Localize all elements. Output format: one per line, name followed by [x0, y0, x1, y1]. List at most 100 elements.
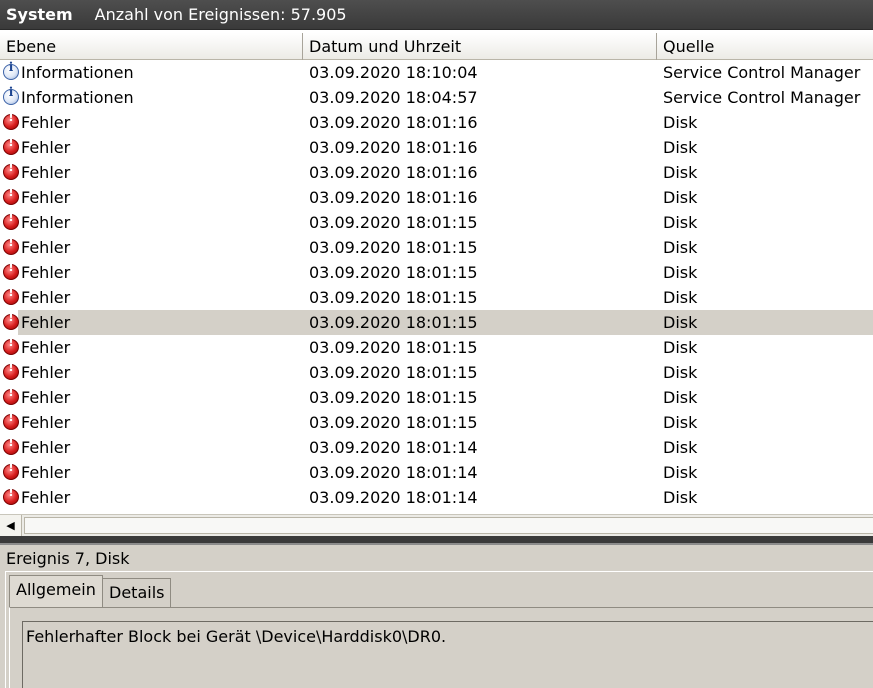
error-icon	[3, 110, 19, 130]
row-source: Disk	[663, 488, 698, 507]
table-row[interactable]: Fehler 03.09.2020 18:01:14 Disk	[0, 460, 873, 485]
row-date: 03.09.2020 18:01:15	[309, 238, 478, 257]
row-date: 03.09.2020 18:01:15	[309, 388, 478, 407]
row-level: Fehler	[21, 213, 71, 232]
row-source: Disk	[663, 413, 698, 432]
table-row[interactable]: Fehler 03.09.2020 18:01:15 Disk	[0, 310, 873, 335]
row-source: Disk	[663, 263, 698, 282]
error-icon	[3, 185, 19, 205]
table-row[interactable]: Fehler 03.09.2020 18:01:16 Disk	[0, 135, 873, 160]
row-date: 03.09.2020 18:01:16	[309, 138, 478, 157]
row-date: 03.09.2020 18:01:14	[309, 463, 478, 482]
error-icon	[3, 235, 19, 255]
row-date: 03.09.2020 18:01:15	[309, 363, 478, 382]
column-header-row: Ebene Datum und Uhrzeit Quelle	[0, 33, 873, 60]
column-header-level[interactable]: Ebene	[0, 33, 303, 60]
table-row[interactable]: Fehler 03.09.2020 18:01:15 Disk	[0, 385, 873, 410]
event-detail-title: Ereignis 7, Disk	[6, 549, 130, 568]
scroll-left-button[interactable]: ◀	[0, 515, 22, 536]
table-row[interactable]: Fehler 03.09.2020 18:01:15 Disk	[0, 260, 873, 285]
detail-tabs-area: Allgemein Details Fehlerhafter Block bei…	[5, 571, 873, 688]
event-list[interactable]: Informationen 03.09.2020 18:10:04 Service …	[0, 60, 873, 510]
table-row[interactable]: Fehler 03.09.2020 18:01:16 Disk	[0, 110, 873, 135]
row-source: Disk	[663, 363, 698, 382]
row-date: 03.09.2020 18:01:16	[309, 188, 478, 207]
error-icon	[3, 260, 19, 280]
row-source: Disk	[663, 338, 698, 357]
table-row[interactable]: Fehler 03.09.2020 18:01:16 Disk	[0, 160, 873, 185]
info-icon	[3, 60, 19, 80]
row-source: Disk	[663, 288, 698, 307]
row-source: Disk	[663, 238, 698, 257]
table-row[interactable]: Fehler 03.09.2020 18:01:14 Disk	[0, 435, 873, 460]
row-date: 03.09.2020 18:01:15	[309, 313, 478, 332]
table-row[interactable]: Informationen 03.09.2020 18:10:04 Service …	[0, 60, 873, 85]
error-icon	[3, 360, 19, 380]
row-level: Informationen	[21, 63, 134, 82]
row-date: 03.09.2020 18:01:15	[309, 213, 478, 232]
pane-splitter[interactable]	[0, 536, 873, 545]
tab-panel: Fehlerhafter Block bei Gerät \Device\Har…	[9, 607, 873, 688]
row-date: 03.09.2020 18:01:14	[309, 488, 478, 507]
row-date: 03.09.2020 18:01:15	[309, 413, 478, 432]
row-source: Disk	[663, 213, 698, 232]
row-level: Fehler	[21, 438, 71, 457]
scrollbar-thumb[interactable]	[24, 517, 873, 534]
error-icon	[3, 485, 19, 505]
row-date: 03.09.2020 18:04:57	[309, 88, 478, 107]
row-date: 03.09.2020 18:01:15	[309, 338, 478, 357]
row-level: Fehler	[21, 163, 71, 182]
row-source: Disk	[663, 313, 698, 332]
row-date: 03.09.2020 18:01:16	[309, 163, 478, 182]
row-level: Fehler	[21, 488, 71, 507]
row-level: Fehler	[21, 388, 71, 407]
error-icon	[3, 385, 19, 405]
horizontal-scrollbar[interactable]: ◀	[0, 514, 873, 536]
error-icon	[3, 410, 19, 430]
error-icon	[3, 310, 19, 330]
event-detail-pane: Ereignis 7, Disk Allgemein Details Fehle…	[0, 545, 873, 688]
table-row[interactable]: Fehler 03.09.2020 18:01:15 Disk	[0, 410, 873, 435]
row-source: Disk	[663, 438, 698, 457]
row-source: Disk	[663, 388, 698, 407]
row-date: 03.09.2020 18:01:15	[309, 263, 478, 282]
event-description-box[interactable]: Fehlerhafter Block bei Gerät \Device\Har…	[22, 621, 873, 688]
log-header-bar: System Anzahl von Ereignissen: 57.905	[0, 0, 873, 30]
error-icon	[3, 435, 19, 455]
tab-details[interactable]: Details	[102, 578, 172, 608]
error-icon	[3, 160, 19, 180]
row-date: 03.09.2020 18:01:16	[309, 113, 478, 132]
row-level: Fehler	[21, 288, 71, 307]
row-source: Disk	[663, 188, 698, 207]
row-source: Service Control Manager	[663, 63, 861, 82]
tab-general[interactable]: Allgemein	[9, 575, 103, 608]
row-level: Fehler	[21, 363, 71, 382]
row-source: Disk	[663, 163, 698, 182]
row-level: Fehler	[21, 188, 71, 207]
row-source: Service Control Manager	[663, 88, 861, 107]
table-row[interactable]: Fehler 03.09.2020 18:01:15 Disk	[0, 360, 873, 385]
table-row[interactable]: Fehler 03.09.2020 18:01:15 Disk	[0, 235, 873, 260]
table-row[interactable]: Fehler 03.09.2020 18:01:15 Disk	[0, 210, 873, 235]
row-level: Informationen	[21, 88, 134, 107]
error-icon	[3, 210, 19, 230]
table-row[interactable]: Informationen 03.09.2020 18:04:57 Service …	[0, 85, 873, 110]
table-row[interactable]: Fehler 03.09.2020 18:01:15 Disk	[0, 285, 873, 310]
row-level: Fehler	[21, 113, 71, 132]
row-level: Fehler	[21, 138, 71, 157]
event-count: Anzahl von Ereignissen: 57.905	[94, 5, 347, 24]
row-source: Disk	[663, 463, 698, 482]
event-description-text: Fehlerhafter Block bei Gerät \Device\Har…	[26, 627, 447, 646]
log-title: System	[6, 5, 73, 24]
row-date: 03.09.2020 18:01:15	[309, 288, 478, 307]
table-row[interactable]: Fehler 03.09.2020 18:01:15 Disk	[0, 335, 873, 360]
row-date: 03.09.2020 18:10:04	[309, 63, 478, 82]
row-source: Disk	[663, 113, 698, 132]
table-row[interactable]: Fehler 03.09.2020 18:01:14 Disk	[0, 485, 873, 510]
column-header-date[interactable]: Datum und Uhrzeit	[303, 33, 657, 60]
row-level: Fehler	[21, 313, 71, 332]
table-row[interactable]: Fehler 03.09.2020 18:01:16 Disk	[0, 185, 873, 210]
error-icon	[3, 135, 19, 155]
row-level: Fehler	[21, 263, 71, 282]
column-header-source[interactable]: Quelle	[657, 33, 873, 60]
